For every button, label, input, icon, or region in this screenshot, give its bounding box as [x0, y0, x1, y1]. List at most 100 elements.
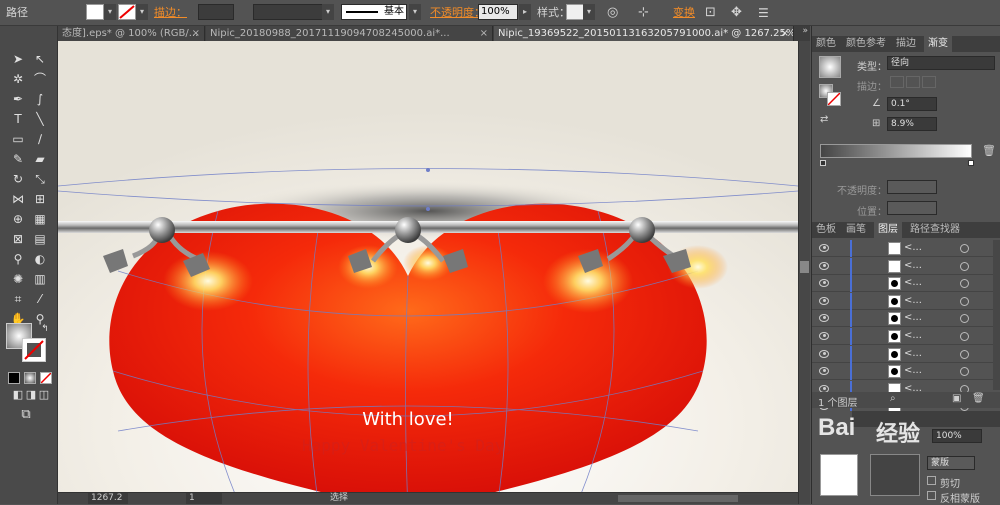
- fill-dropdown-arrow[interactable]: ▾: [104, 4, 116, 20]
- stroke-swatch-small[interactable]: [827, 92, 841, 106]
- aspect-ratio-field[interactable]: 8.9%: [887, 117, 937, 131]
- visibility-eye-icon[interactable]: [819, 367, 829, 376]
- layer-row[interactable]: <...: [812, 240, 993, 257]
- locate-object-icon[interactable]: ⌕: [890, 393, 896, 404]
- opacity-link[interactable]: 不透明度：: [430, 4, 485, 22]
- line-tool-icon[interactable]: ╲: [31, 110, 49, 128]
- visibility-eye-icon[interactable]: [819, 332, 829, 340]
- direct-selection-tool-icon[interactable]: ↖: [31, 50, 49, 68]
- target-circle-icon[interactable]: [960, 261, 969, 271]
- rotate-tool-icon[interactable]: ↻: [9, 170, 27, 188]
- color-mode-icon[interactable]: [8, 372, 20, 384]
- align-icon[interactable]: ⊹: [638, 4, 649, 22]
- reverse-gradient-icon[interactable]: ⇄: [820, 114, 828, 125]
- clip-checkbox[interactable]: [927, 476, 936, 485]
- tab-document-2[interactable]: Nipic_20180988_20171119094708245000.ai*.…: [206, 26, 493, 41]
- gradient-stop-left[interactable]: [820, 160, 826, 166]
- visibility-eye-icon[interactable]: [819, 349, 829, 358]
- make-mask-button[interactable]: 蒙版: [927, 456, 975, 470]
- target-circle-icon[interactable]: [960, 314, 969, 324]
- layer-row[interactable]: <...: [812, 292, 993, 310]
- close-icon[interactable]: ×: [781, 26, 789, 41]
- opacity-field[interactable]: 100%: [478, 4, 518, 20]
- tab-swatches[interactable]: 色板: [812, 222, 840, 238]
- visibility-eye-icon[interactable]: [819, 261, 829, 270]
- gradient-position-field[interactable]: [887, 201, 937, 215]
- eraser-tool-icon[interactable]: ▰: [31, 150, 49, 168]
- gradient-type-select[interactable]: 径向: [887, 56, 995, 70]
- layer-row[interactable]: <...: [812, 310, 993, 328]
- graph-tool-icon[interactable]: ▥: [31, 270, 49, 288]
- stroke-across-icon[interactable]: [922, 76, 936, 88]
- layer-row[interactable]: <...: [812, 257, 993, 275]
- scale-tool-icon[interactable]: ⤡: [31, 170, 49, 188]
- visibility-eye-icon[interactable]: [819, 244, 829, 252]
- visibility-eye-icon[interactable]: [819, 296, 829, 305]
- tab-document-3[interactable]: Nipic_19369522_20150113163205791000.ai* …: [494, 26, 794, 41]
- tab-brushes[interactable]: 画笔: [842, 222, 870, 238]
- layer-row[interactable]: <...: [812, 328, 993, 345]
- visibility-eye-icon[interactable]: [819, 314, 829, 323]
- perspective-tool-icon[interactable]: ▦: [31, 210, 49, 228]
- style-arrow[interactable]: ▾: [583, 4, 595, 20]
- swap-colors-icon[interactable]: ↰: [36, 320, 54, 338]
- angle-field[interactable]: 0.1°: [887, 97, 937, 111]
- tab-document-1[interactable]: 态度].eps* @ 100% (RGB/... ×: [58, 26, 205, 41]
- tab-color[interactable]: 颜色: [812, 36, 840, 52]
- variable-width-field[interactable]: [253, 4, 323, 20]
- delete-stop-icon[interactable]: 🗑: [982, 144, 996, 157]
- variable-width-arrow[interactable]: ▾: [322, 4, 334, 20]
- stroke-link[interactable]: 描边：: [154, 4, 187, 22]
- symbol-sprayer-tool-icon[interactable]: ✺: [9, 270, 27, 288]
- selection-tool-icon[interactable]: ➤: [9, 50, 27, 68]
- tab-layers[interactable]: 图层: [874, 222, 902, 238]
- tab-color-guide[interactable]: 颜色参考: [842, 36, 890, 52]
- mesh-tool-icon[interactable]: ⊠: [9, 230, 27, 248]
- delete-layer-icon[interactable]: 🗑: [972, 393, 985, 404]
- target-circle-icon[interactable]: [960, 332, 969, 341]
- transform-link[interactable]: 变换: [673, 4, 695, 22]
- transparency-opacity-field[interactable]: 100%: [932, 429, 982, 443]
- layer-row[interactable]: <...: [812, 275, 993, 293]
- style-swatch[interactable]: [566, 4, 584, 20]
- target-circle-icon[interactable]: [960, 279, 969, 289]
- invert-mask-checkbox[interactable]: [927, 491, 936, 500]
- stroke-weight-field[interactable]: [198, 4, 234, 20]
- gradient-opacity-field[interactable]: [887, 180, 937, 194]
- paintbrush-tool-icon[interactable]: ∕: [31, 130, 49, 148]
- tab-pathfinder[interactable]: 路径查找器: [906, 222, 964, 238]
- target-circle-icon[interactable]: [960, 296, 969, 306]
- stroke-profile-field[interactable]: 基本: [341, 4, 407, 20]
- stroke-swatch[interactable]: [118, 4, 136, 20]
- isolate-icon[interactable]: ⊡: [705, 4, 716, 22]
- opacity-arrow[interactable]: ▸: [519, 4, 531, 20]
- shape-builder-tool-icon[interactable]: ⊕: [9, 210, 27, 228]
- scroll-thumb[interactable]: [800, 261, 809, 273]
- lasso-tool-icon[interactable]: ⌒: [31, 70, 49, 88]
- stroke-dropdown-arrow[interactable]: ▾: [136, 4, 148, 20]
- artboard-number-field[interactable]: 1: [186, 493, 222, 504]
- vertical-scrollbar[interactable]: [798, 41, 810, 504]
- free-transform-tool-icon[interactable]: ⊞: [31, 190, 49, 208]
- pen-tool-icon[interactable]: ✒: [9, 90, 27, 108]
- visibility-eye-icon[interactable]: [819, 279, 829, 288]
- curvature-tool-icon[interactable]: ∫: [31, 90, 49, 108]
- recolor-icon[interactable]: ◎: [607, 4, 618, 22]
- target-circle-icon[interactable]: [960, 244, 969, 253]
- rectangle-tool-icon[interactable]: ▭: [9, 130, 27, 148]
- stroke-color-box[interactable]: [22, 338, 46, 362]
- object-thumbnail[interactable]: [820, 454, 858, 496]
- slice-tool-icon[interactable]: ⁄: [31, 290, 49, 308]
- zoom-field[interactable]: 1267.2: [88, 493, 128, 504]
- stroke-along-icon[interactable]: [906, 76, 920, 88]
- magic-wand-tool-icon[interactable]: ✲: [9, 70, 27, 88]
- close-icon[interactable]: ×: [480, 26, 488, 41]
- tab-gradient[interactable]: 渐变: [924, 36, 952, 52]
- target-circle-icon[interactable]: [960, 349, 969, 359]
- width-tool-icon[interactable]: ⋈: [9, 190, 27, 208]
- gradient-mode-icon[interactable]: [24, 372, 36, 384]
- gradient-preview-swatch[interactable]: [819, 56, 841, 78]
- stroke-within-icon[interactable]: [890, 76, 904, 88]
- close-icon[interactable]: ×: [192, 26, 200, 41]
- gradient-slider[interactable]: [820, 144, 972, 158]
